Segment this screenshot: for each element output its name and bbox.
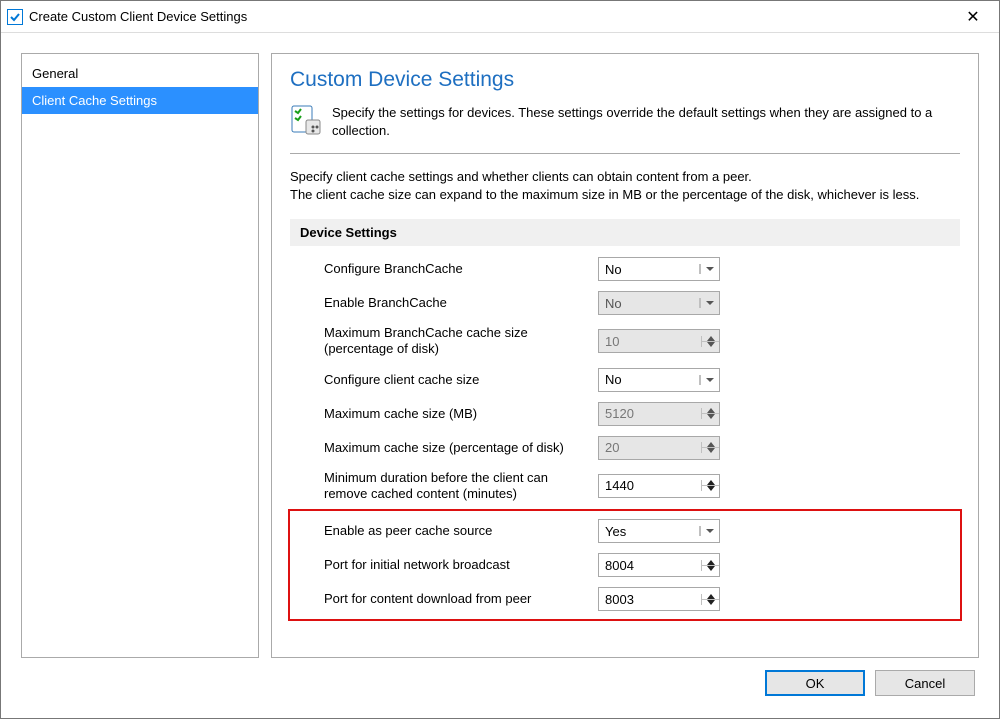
dropdown: No [598,291,720,315]
spinner-value: 8003 [599,592,701,607]
setting-label: Minimum duration before the client can r… [324,470,598,503]
number-spinner: 20 [598,436,720,460]
chevron-down-icon [699,526,719,536]
window-title: Create Custom Client Device Settings [29,9,953,24]
nav-panel: General Client Cache Settings [21,53,259,658]
titlebar: Create Custom Client Device Settings ✕ [1,1,999,33]
dropdown[interactable]: Yes [598,519,720,543]
setting-label: Port for initial network broadcast [324,557,598,573]
app-icon [7,9,23,25]
step-down-icon [702,342,719,347]
nav-item-client-cache-settings[interactable]: Client Cache Settings [22,87,258,114]
number-spinner: 10 [598,329,720,353]
spinner-stepper[interactable] [701,480,719,491]
setting-row: Maximum cache size (percentage of disk)2… [290,431,960,465]
setting-row: Minimum duration before the client can r… [290,465,960,508]
step-down-icon [702,414,719,419]
number-spinner[interactable]: 1440 [598,474,720,498]
section-title: Device Settings [290,219,960,246]
chevron-down-icon [699,375,719,385]
step-down-icon [702,486,719,491]
setting-label: Configure client cache size [324,372,598,388]
settings-list: Configure BranchCacheNoEnable BranchCach… [290,252,960,621]
setting-row: Enable BranchCacheNo [290,286,960,320]
setting-row: Configure client cache sizeNo [290,363,960,397]
setting-row: Maximum cache size (MB)5120 [290,397,960,431]
intro-row: Specify the settings for devices. These … [290,104,960,154]
dropdown[interactable]: No [598,257,720,281]
step-down-icon [702,566,719,571]
setting-label: Maximum BranchCache cache size (percenta… [324,325,598,358]
close-button[interactable]: ✕ [953,7,993,27]
page-heading: Custom Device Settings [290,68,960,92]
nav-item-general[interactable]: General [22,60,258,87]
spinner-value: 10 [599,334,701,349]
spinner-value: 20 [599,440,701,455]
step-down-icon [702,600,719,605]
chevron-down-icon [699,264,719,274]
setting-row: Maximum BranchCache cache size (percenta… [290,320,960,363]
setting-label: Enable BranchCache [324,295,598,311]
dropdown-value: Yes [599,524,699,539]
step-down-icon [702,448,719,453]
number-spinner: 5120 [598,402,720,426]
setting-row: Enable as peer cache sourceYes [290,514,960,548]
setting-label: Configure BranchCache [324,261,598,277]
ok-button[interactable]: OK [765,670,865,696]
spinner-value: 8004 [599,558,701,573]
panels: General Client Cache Settings Custom Dev… [21,53,979,658]
desc-line-1: Specify client cache settings and whethe… [290,168,960,186]
setting-label: Maximum cache size (MB) [324,406,598,422]
spinner-stepper [701,442,719,453]
desc-line-2: The client cache size can expand to the … [290,186,960,204]
spinner-value: 1440 [599,478,701,493]
dropdown-value: No [599,372,699,387]
setting-row: Port for content download from peer8003 [290,582,960,616]
setting-label: Port for content download from peer [324,591,598,607]
spinner-stepper [701,408,719,419]
intro-text: Specify the settings for devices. These … [332,104,960,139]
setting-label: Enable as peer cache source [324,523,598,539]
spinner-value: 5120 [599,406,701,421]
description: Specify client cache settings and whethe… [290,168,960,203]
cancel-button[interactable]: Cancel [875,670,975,696]
setting-label: Maximum cache size (percentage of disk) [324,440,598,456]
number-spinner[interactable]: 8003 [598,587,720,611]
client-area: General Client Cache Settings Custom Dev… [1,33,999,718]
chevron-down-icon [699,298,719,308]
content-panel: Custom Device Settings Spec [271,53,979,658]
dialog-footer: OK Cancel [21,658,979,708]
dropdown-value: No [599,296,699,311]
dialog-window: Create Custom Client Device Settings ✕ G… [0,0,1000,719]
spinner-stepper[interactable] [701,594,719,605]
checklist-icon [290,104,322,139]
setting-row: Port for initial network broadcast8004 [290,548,960,582]
spinner-stepper [701,336,719,347]
setting-row: Configure BranchCacheNo [290,252,960,286]
number-spinner[interactable]: 8004 [598,553,720,577]
dropdown[interactable]: No [598,368,720,392]
dropdown-value: No [599,262,699,277]
spinner-stepper[interactable] [701,560,719,571]
highlighted-settings: Enable as peer cache sourceYesPort for i… [288,509,962,621]
